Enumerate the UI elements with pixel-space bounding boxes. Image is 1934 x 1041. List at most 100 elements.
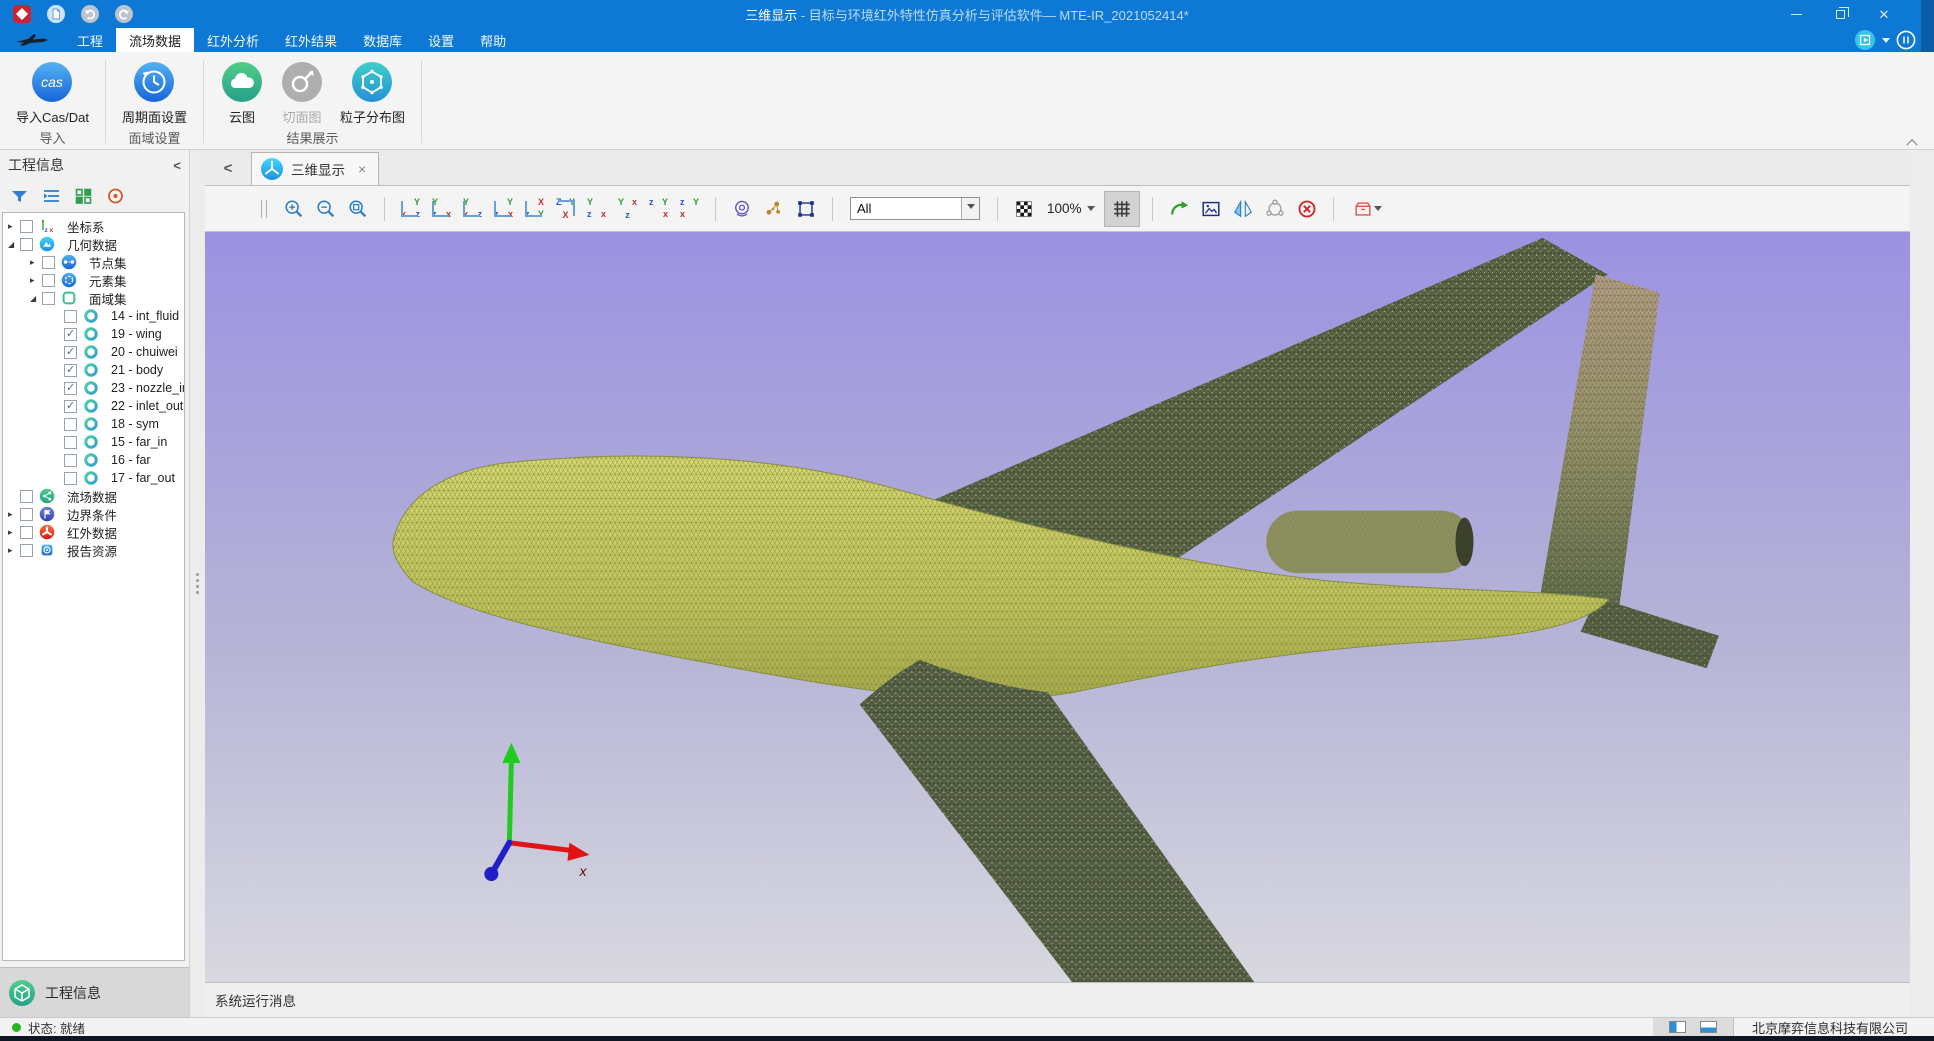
visibility-checkbox[interactable] xyxy=(64,382,77,395)
view-front-button[interactable]: Yxz xyxy=(398,196,423,221)
tab-close-icon[interactable]: × xyxy=(358,161,366,177)
locate-button[interactable] xyxy=(106,187,125,205)
tree-item-label[interactable]: 21 - body xyxy=(111,363,163,377)
view-back-button[interactable]: Yzx xyxy=(429,196,454,221)
tree-item-label[interactable]: 14 - int_fluid xyxy=(111,309,179,323)
visibility-checkbox[interactable] xyxy=(42,256,55,269)
view-iso-2-button[interactable]: Yxz xyxy=(615,196,640,221)
import-cas-dat-button[interactable]: cas 导入Cas/Dat xyxy=(10,58,95,128)
view-iso-1-button[interactable]: Yzx xyxy=(584,196,609,221)
select-region-button[interactable] xyxy=(793,196,819,222)
redo-icon[interactable] xyxy=(114,4,134,24)
dropdown-arrow-icon[interactable] xyxy=(961,198,979,219)
visibility-checkbox[interactable] xyxy=(20,508,33,521)
contour-plot-button[interactable]: 云图 xyxy=(214,58,270,128)
view-right-button[interactable]: Yzx xyxy=(491,196,516,221)
restore-button[interactable] xyxy=(1818,1,1862,27)
tree-item-label[interactable]: 红外数据 xyxy=(67,523,117,542)
tree-item-label[interactable]: 22 - inlet_out xyxy=(111,399,183,413)
display-filter-select[interactable]: All xyxy=(850,197,980,220)
tree-item-label[interactable]: 报告资源 xyxy=(67,541,117,560)
view-iso-3-button[interactable]: zYx xyxy=(646,196,671,221)
panel-bottom-tab[interactable]: 工程信息 xyxy=(0,967,189,1017)
snapshot-button[interactable] xyxy=(1198,196,1224,222)
visibility-checkbox[interactable] xyxy=(20,544,33,557)
visibility-checkbox[interactable] xyxy=(20,238,33,251)
tree-item-label[interactable]: 几何数据 xyxy=(67,235,117,254)
toolbar-drag-handle[interactable] xyxy=(261,200,267,218)
menu-tab-2[interactable]: 流场数据 xyxy=(116,28,194,52)
expander-icon[interactable] xyxy=(30,257,42,268)
chevron-down-icon[interactable] xyxy=(1882,38,1890,47)
mirror-button[interactable] xyxy=(1230,196,1256,222)
view-left-button[interactable]: Yxz xyxy=(460,196,485,221)
visibility-checkbox[interactable] xyxy=(64,364,77,377)
tree-item-label[interactable]: 18 - sym xyxy=(111,417,159,431)
menu-tab-1[interactable]: 工程 xyxy=(64,28,116,52)
visibility-checkbox[interactable] xyxy=(64,346,77,359)
zoom-fit-button[interactable] xyxy=(345,196,371,222)
visibility-checkbox[interactable] xyxy=(64,454,77,467)
minimize-button[interactable] xyxy=(1774,1,1818,27)
tree-item-label[interactable]: 边界条件 xyxy=(67,505,117,524)
layout-left-panel-icon[interactable] xyxy=(1669,1021,1686,1033)
tree-item-label[interactable]: 23 - nozzle_in xyxy=(111,381,185,395)
viewport-3d[interactable]: x xyxy=(205,232,1910,982)
undo-icon[interactable] xyxy=(80,4,100,24)
particle-distribution-button[interactable]: 粒子分布图 xyxy=(334,58,411,128)
tree-item-label[interactable]: 坐标系 xyxy=(67,217,105,236)
visibility-checkbox[interactable] xyxy=(64,328,77,341)
expander-icon[interactable] xyxy=(8,221,20,232)
panel-splitter[interactable] xyxy=(190,150,205,1017)
visibility-checkbox[interactable] xyxy=(64,472,77,485)
archive-button[interactable] xyxy=(1347,196,1387,222)
collapse-panel-button[interactable]: < xyxy=(173,158,181,173)
expander-icon[interactable] xyxy=(8,527,20,538)
visibility-checkbox[interactable] xyxy=(64,400,77,413)
filter-button[interactable] xyxy=(10,187,29,205)
new-document-icon[interactable] xyxy=(46,4,66,24)
menu-tab-4[interactable]: 红外结果 xyxy=(272,28,350,52)
tree-item-label[interactable]: 17 - far_out xyxy=(111,471,175,485)
tree-item-label[interactable]: 节点集 xyxy=(89,253,127,272)
particle-trace-button[interactable] xyxy=(761,196,787,222)
app-icon[interactable] xyxy=(12,4,32,24)
visibility-checkbox[interactable] xyxy=(20,526,33,539)
expander-icon[interactable] xyxy=(8,509,20,520)
view-iso-4-button[interactable]: zxY xyxy=(677,196,702,221)
zoom-level-dropdown[interactable]: 100% xyxy=(1043,201,1099,216)
outline-list-button[interactable] xyxy=(42,187,61,205)
menu-tab-5[interactable]: 数据库 xyxy=(350,28,415,52)
visibility-checkbox[interactable] xyxy=(64,310,77,323)
tree-item-label[interactable]: 16 - far xyxy=(111,453,151,467)
tree-item-label[interactable]: 元素集 xyxy=(89,271,127,290)
visibility-checkbox[interactable] xyxy=(20,220,33,233)
help-book-icon[interactable] xyxy=(1896,30,1916,50)
visibility-checkbox[interactable] xyxy=(42,292,55,305)
layout-bottom-panel-icon[interactable] xyxy=(1700,1021,1717,1033)
panel-view-icon[interactable] xyxy=(1854,29,1876,51)
collapse-ribbon-button[interactable] xyxy=(1908,138,1918,144)
menu-tab-7[interactable]: 帮助 xyxy=(467,28,519,52)
expander-icon[interactable] xyxy=(30,275,42,286)
expander-icon[interactable] xyxy=(30,293,42,303)
zoom-in-button[interactable] xyxy=(281,196,307,222)
clear-button[interactable] xyxy=(1294,196,1320,222)
menu-tab-6[interactable]: 设置 xyxy=(415,28,467,52)
close-button[interactable]: ✕ xyxy=(1862,1,1906,27)
visibility-checkbox[interactable] xyxy=(20,490,33,503)
export-button[interactable] xyxy=(1166,196,1192,222)
menu-tab-3[interactable]: 红外分析 xyxy=(194,28,272,52)
tab-scroll-left-button[interactable]: < xyxy=(205,160,251,185)
group-view-button[interactable] xyxy=(74,187,93,205)
tree-item-label[interactable]: 面域集 xyxy=(89,289,127,308)
tree-item-label[interactable]: 流场数据 xyxy=(67,487,117,506)
tab-3d-view[interactable]: 三维显示 × xyxy=(251,152,379,185)
visibility-checkbox[interactable] xyxy=(64,418,77,431)
visibility-checkbox[interactable] xyxy=(42,274,55,287)
periodic-face-button[interactable]: 周期面设置 xyxy=(116,58,193,128)
view-top-button[interactable]: XzY xyxy=(522,196,547,221)
probe-button[interactable] xyxy=(729,196,755,222)
expander-icon[interactable] xyxy=(8,545,20,556)
tree-item-label[interactable]: 15 - far_in xyxy=(111,435,167,449)
